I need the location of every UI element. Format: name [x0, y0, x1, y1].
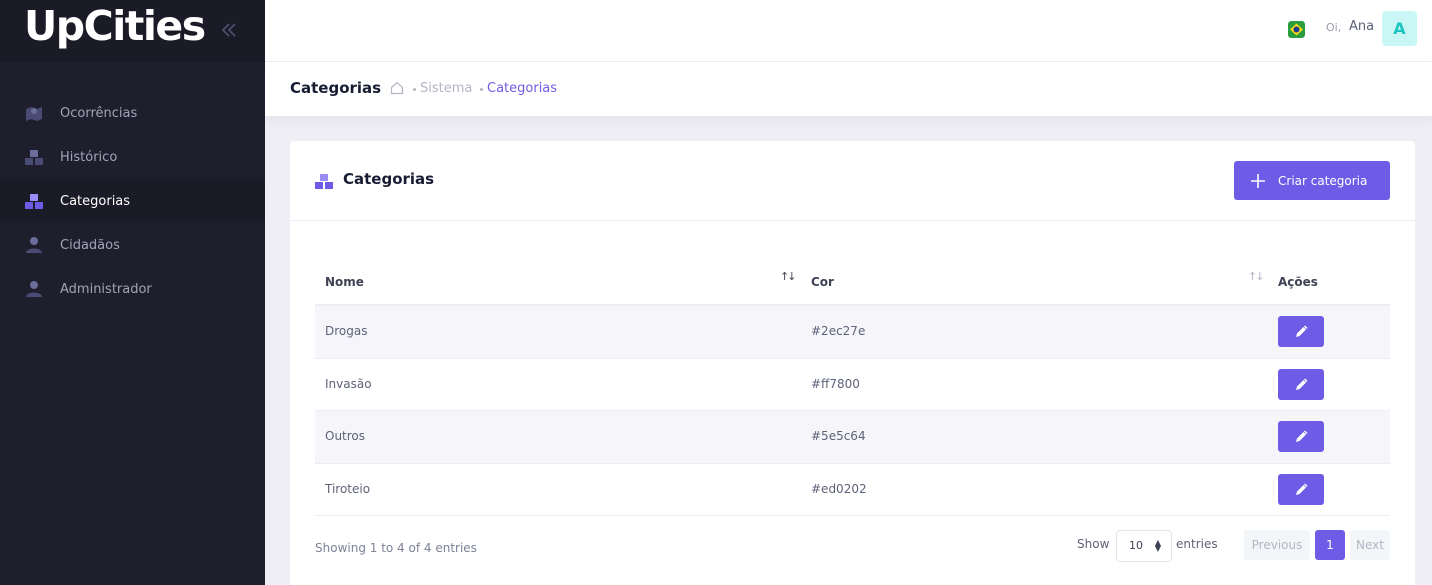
sidebar-item-ocorrencias[interactable]: Ocorrências — [0, 91, 265, 135]
category-color: #ed0202 — [811, 481, 867, 496]
category-name: Invasão — [325, 376, 372, 391]
show-label: Show — [1077, 537, 1110, 551]
page-title: Categorias — [290, 79, 382, 97]
create-category-button[interactable]: Criar categoria — [1234, 161, 1390, 200]
edit-button[interactable] — [1278, 421, 1324, 452]
category-name: Drogas — [325, 324, 368, 338]
sidebar: UpCities Ocorrências Histórico Categoria… — [0, 0, 265, 585]
top-header: Oi, Ana A — [265, 0, 1432, 62]
column-header-acoes: Ações — [1278, 275, 1318, 289]
breadcrumb-separator — [413, 88, 416, 91]
pencil-icon — [1295, 325, 1308, 337]
breadcrumb-separator — [480, 88, 483, 91]
sidebar-item-historico[interactable]: Histórico — [0, 135, 265, 179]
brand-area: UpCities — [0, 0, 265, 62]
boxes-icon — [24, 147, 44, 167]
sidebar-item-label: Administrador — [60, 281, 152, 297]
boxes-icon — [24, 191, 44, 211]
logo[interactable]: UpCities — [24, 2, 206, 50]
map-marker-icon — [24, 103, 44, 123]
table-info: Showing 1 to 4 of 4 entries — [315, 541, 477, 555]
categories-card: Categorias Criar categoria Nome ↑↓ Cor ↑… — [290, 141, 1415, 585]
card-header: Categorias Criar categoria — [290, 141, 1415, 221]
pencil-icon — [1295, 430, 1308, 442]
sort-icon[interactable]: ↑↓ — [1248, 270, 1265, 283]
plus-icon — [1251, 173, 1265, 188]
column-header-cor[interactable]: Cor — [811, 275, 834, 289]
user-icon — [24, 279, 44, 299]
greeting-text: Oi, — [1326, 21, 1342, 34]
breadcrumb-item-sistema[interactable]: Sistema — [420, 81, 472, 96]
entries-label: entries — [1176, 537, 1218, 551]
card-title: Categorias — [343, 170, 435, 188]
table-row: Tiroteio #ed0202 — [315, 464, 1390, 516]
create-category-label: Criar categoria — [1278, 173, 1368, 188]
column-header-nome[interactable]: Nome — [325, 275, 364, 289]
next-page-button[interactable]: Next — [1350, 530, 1390, 560]
sidebar-item-label: Histórico — [60, 149, 118, 165]
sidebar-item-administrador[interactable]: Administrador — [0, 267, 265, 311]
edit-button[interactable] — [1278, 316, 1324, 347]
sidebar-item-categorias[interactable]: Categorias — [0, 179, 265, 223]
category-color: #5e5c64 — [811, 429, 866, 443]
sidebar-menu: Ocorrências Histórico Categorias Cidadão… — [0, 91, 265, 311]
select-caret-icon: ▲ ▼ — [1154, 538, 1161, 553]
pencil-icon — [1295, 377, 1308, 390]
table-header-row: Nome ↑↓ Cor ↑↓ Ações — [315, 258, 1390, 306]
category-color: #ff7800 — [811, 376, 860, 391]
previous-page-button[interactable]: Previous — [1244, 530, 1310, 560]
sidebar-item-label: Categorias — [60, 193, 131, 209]
sidebar-item-cidadaos[interactable]: Cidadãos — [0, 223, 265, 267]
sort-icon[interactable]: ↑↓ — [780, 270, 797, 283]
category-color: #2ec27e — [811, 324, 866, 338]
sidebar-item-label: Ocorrências — [60, 105, 138, 121]
edit-button[interactable] — [1278, 473, 1324, 505]
avatar[interactable]: A — [1382, 11, 1417, 46]
sidebar-item-label: Cidadãos — [60, 237, 120, 253]
table-row: Outros #5e5c64 — [315, 411, 1390, 464]
page-1-button[interactable]: 1 — [1315, 530, 1345, 560]
boxes-icon — [315, 174, 333, 189]
page-length-select[interactable]: 10 ▲ ▼ — [1116, 530, 1172, 562]
categories-table: Nome ↑↓ Cor ↑↓ Ações Drogas #2ec27e Inva… — [315, 258, 1390, 516]
table-row: Invasão #ff7800 — [315, 359, 1390, 411]
subheader: Categorias Sistema Categorias — [265, 62, 1432, 116]
category-name: Outros — [325, 429, 366, 443]
category-name: Tiroteio — [325, 481, 371, 496]
edit-button[interactable] — [1278, 368, 1324, 400]
breadcrumb-item-categorias[interactable]: Categorias — [487, 81, 557, 96]
home-icon[interactable] — [390, 81, 404, 95]
user-name[interactable]: Ana — [1349, 19, 1374, 34]
pencil-icon — [1295, 482, 1308, 495]
brazil-flag-icon[interactable] — [1288, 21, 1305, 38]
page-length-value: 10 — [1129, 539, 1143, 552]
collapse-sidebar-icon[interactable] — [219, 20, 239, 40]
table-row: Drogas #2ec27e — [315, 306, 1390, 359]
user-icon — [24, 235, 44, 255]
